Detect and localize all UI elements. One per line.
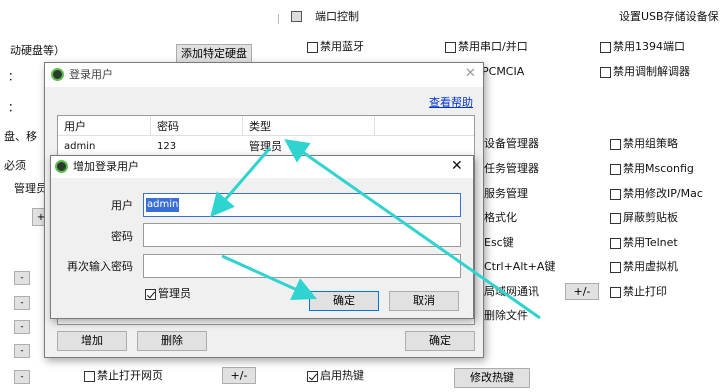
annotation-arrows xyxy=(210,139,541,320)
arrow-to-user-input xyxy=(210,147,272,218)
arrow-to-ok-button xyxy=(221,254,317,300)
arrow-to-type-column xyxy=(284,139,541,320)
